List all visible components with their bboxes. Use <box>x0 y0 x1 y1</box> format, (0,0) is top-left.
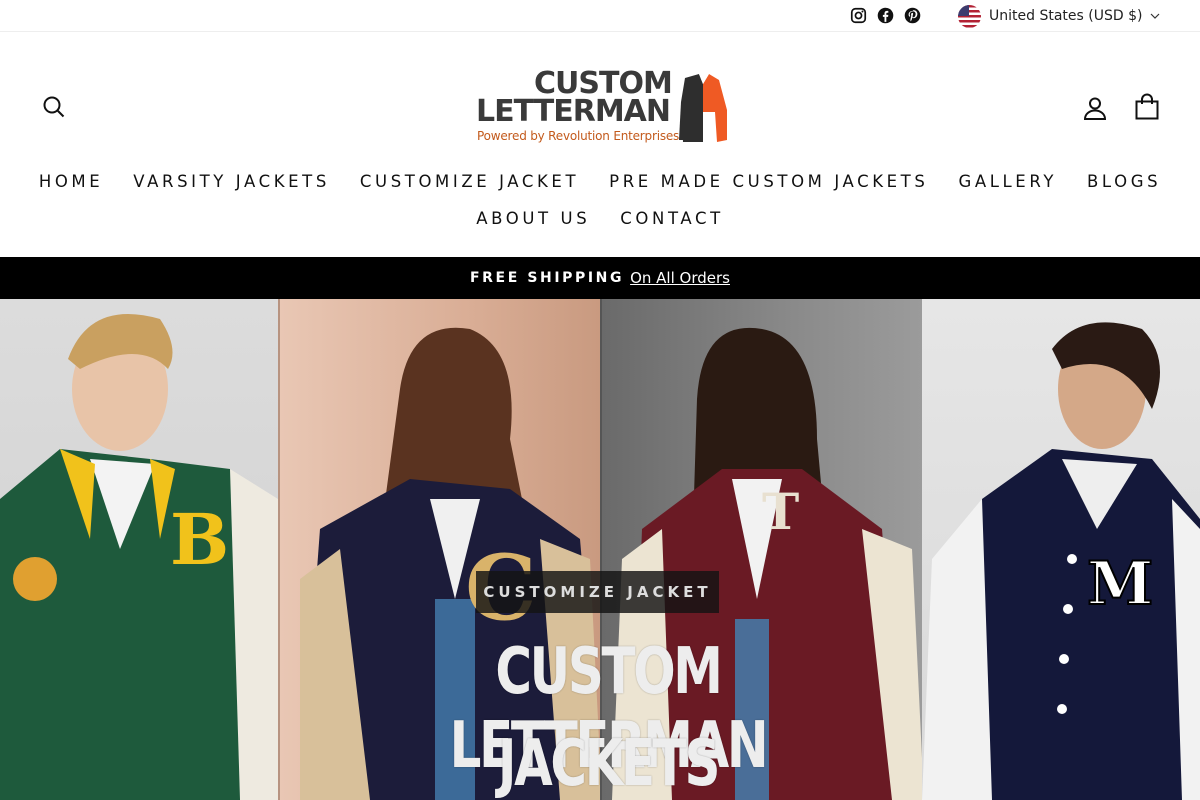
nav-gallery[interactable]: GALLERY <box>943 171 1072 193</box>
hero-image-navy-white-jacket: M <box>922 299 1200 800</box>
pinterest-icon[interactable] <box>904 7 921 24</box>
nav-contact[interactable]: CONTACT <box>605 208 738 230</box>
svg-text:T: T <box>762 482 799 541</box>
hero-image-green-jacket: B <box>0 299 278 800</box>
instagram-icon[interactable] <box>850 7 867 24</box>
nav-home[interactable]: HOME <box>24 171 118 193</box>
search-icon[interactable] <box>42 95 66 119</box>
nav-varsity-jackets[interactable]: VARSITY JACKETS <box>118 171 345 193</box>
svg-text:B: B <box>170 498 229 581</box>
currency-label: United States (USD $) <box>989 8 1143 24</box>
hero-title-line2: JACKETS <box>497 727 721 800</box>
site-logo[interactable]: CUSTOM LETTERMAN Powered by Revolution E… <box>476 68 728 146</box>
jacket-logo-icon <box>679 74 727 142</box>
svg-text:M: M <box>1087 549 1153 619</box>
account-icon[interactable] <box>1082 95 1108 121</box>
site-header: CUSTOM LETTERMAN Powered by Revolution E… <box>0 32 1200 257</box>
main-nav-row1: HOME VARSITY JACKETS CUSTOMIZE JACKET PR… <box>0 171 1200 193</box>
utility-bar: United States (USD $) <box>0 0 1200 32</box>
hero-banner: B C T M <box>0 299 1200 800</box>
chevron-down-icon <box>1151 13 1160 19</box>
customize-jacket-button[interactable]: CUSTOMIZE JACKET <box>476 571 719 613</box>
announcement-link[interactable]: On All Orders <box>630 269 730 287</box>
facebook-icon[interactable] <box>877 7 894 24</box>
us-flag-icon <box>958 4 981 28</box>
nav-blogs[interactable]: BLOGS <box>1072 171 1176 193</box>
cart-icon[interactable] <box>1134 93 1160 121</box>
currency-selector[interactable]: United States (USD $) <box>958 4 1160 28</box>
announcement-bar: FREE SHIPPING On All Orders <box>0 257 1200 299</box>
nav-about-us[interactable]: ABOUT US <box>461 208 605 230</box>
nav-pre-made-custom-jackets[interactable]: PRE MADE CUSTOM JACKETS <box>594 171 943 193</box>
main-nav-row2: ABOUT US CONTACT <box>0 208 1200 230</box>
social-links <box>850 7 921 24</box>
announcement-strong: FREE SHIPPING <box>470 270 625 286</box>
logo-line2: LETTERMAN <box>476 94 671 129</box>
nav-customize-jacket[interactable]: CUSTOMIZE JACKET <box>345 171 594 193</box>
logo-tagline: Powered by Revolution Enterprises <box>477 129 680 143</box>
